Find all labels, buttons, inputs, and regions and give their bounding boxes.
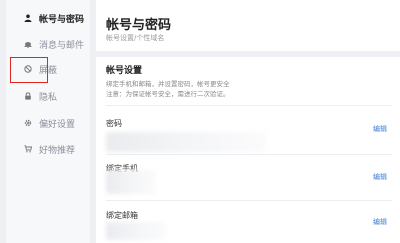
password-label: 密码 xyxy=(106,119,122,128)
sidebar-item-recommendations[interactable]: 好物推荐 xyxy=(6,139,90,159)
gear-icon xyxy=(24,119,32,127)
password-value-redacted xyxy=(106,132,266,152)
sidebar-item-account-password[interactable]: 帐号与密码 xyxy=(6,8,90,28)
highlight-annotation-box xyxy=(10,57,48,83)
section-title: 帐号设置 xyxy=(106,66,143,76)
sidebar-item-label: 帐号与密码 xyxy=(39,14,85,25)
page-title: 帐号与密码 xyxy=(106,18,172,33)
sidebar-item-label: 好物推荐 xyxy=(39,145,76,156)
divider xyxy=(106,200,392,201)
sidebar-item-label: 偏好设置 xyxy=(39,119,76,130)
cart-icon xyxy=(24,145,32,153)
sidebar-item-privacy[interactable]: 隐私 xyxy=(6,86,90,106)
sidebar-item-label: 隐私 xyxy=(39,92,58,103)
sidebar-item-preferences[interactable]: 偏好设置 xyxy=(6,113,90,133)
edit-phone-link[interactable]: 编辑 xyxy=(373,172,387,182)
email-value-redacted xyxy=(106,222,166,240)
sidebar-item-messages-mail[interactable]: 消息与邮件 xyxy=(6,34,90,54)
sidebar-item-label: 消息与邮件 xyxy=(39,40,85,51)
lock-icon xyxy=(24,92,32,100)
phone-value-redacted xyxy=(106,170,156,194)
user-icon xyxy=(24,14,32,22)
section-description: 绑定手机和邮箱，并设置密码，帐号更安全 xyxy=(106,80,230,88)
edit-email-link[interactable]: 编辑 xyxy=(373,217,387,227)
page-subtitle: 帐号设置/个性域名 xyxy=(106,34,165,42)
section-separator xyxy=(96,51,400,57)
bell-icon xyxy=(24,40,32,48)
settings-sidebar: 帐号与密码 消息与邮件 屏蔽 隐私 偏好设置 好物推荐 xyxy=(6,0,90,243)
edit-password-link[interactable]: 编辑 xyxy=(373,124,387,134)
main-content: 帐号与密码 帐号设置/个性域名 帐号设置 绑定手机和邮箱，并设置密码，帐号更安全… xyxy=(96,0,400,243)
bind-email-label: 绑定邮箱 xyxy=(106,211,138,220)
section-note: 注意：为保证帐号安全，需进行二次验证。 xyxy=(106,90,230,98)
divider xyxy=(106,154,392,155)
divider xyxy=(106,105,392,106)
